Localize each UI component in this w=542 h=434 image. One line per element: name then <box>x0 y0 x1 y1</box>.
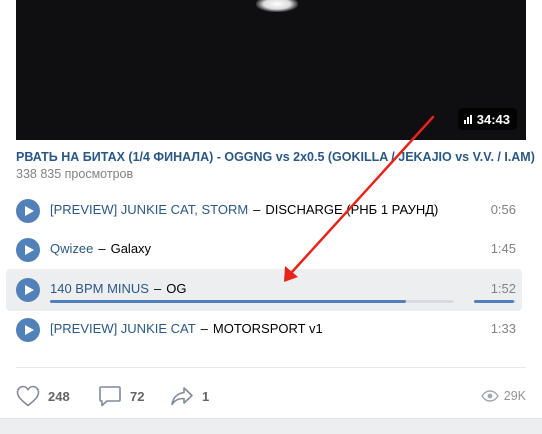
track-duration: 1:52 <box>490 281 516 296</box>
track-separator: – <box>153 281 162 296</box>
track-title: DISCHARGE (РНБ 1 РАУНД) <box>265 202 439 217</box>
track-title: MOTORSPORT v1 <box>212 321 323 336</box>
like-button[interactable]: 248 <box>16 384 70 408</box>
play-icon[interactable] <box>16 278 40 302</box>
next-post-edge <box>0 418 542 434</box>
track-separator: – <box>200 321 208 336</box>
post-actions: 248 72 1 29K <box>16 384 526 408</box>
volume-fill <box>474 300 514 303</box>
audio-row-active[interactable]: 140 BPM MINUS – OG 1:52 <box>6 269 522 311</box>
divider <box>16 367 526 368</box>
video-title[interactable]: РВАТЬ НА БИТАХ (1/4 ФИНАЛА) - OGGNG vs 2… <box>16 150 536 164</box>
track-artist[interactable]: 140 BPM MINUS <box>50 281 149 296</box>
audio-row[interactable]: [PREVIEW] JUNKIE CAT, STORM – DISCHARGE (Р… <box>6 191 522 229</box>
like-count: 248 <box>48 388 70 404</box>
video-frame-highlight <box>256 0 298 12</box>
play-icon[interactable] <box>16 199 40 223</box>
track-title: Galaxy <box>110 241 152 256</box>
track-progress-bar[interactable] <box>50 300 454 303</box>
audio-row[interactable]: [PREVIEW] JUNKIE CAT – MOTORSPORT v1 1:33 <box>6 310 522 348</box>
video-duration: 34:43 <box>476 111 510 127</box>
track-info: 140 BPM MINUS – OG <box>50 281 186 296</box>
track-info: [PREVIEW] JUNKIE CAT – MOTORSPORT v1 <box>50 321 323 336</box>
heart-icon <box>16 385 40 407</box>
track-artist[interactable]: [PREVIEW] JUNKIE CAT <box>50 321 196 336</box>
track-separator: – <box>253 202 261 217</box>
views-count: 29K <box>503 389 526 403</box>
track-duration: 1:45 <box>490 241 516 256</box>
share-button[interactable]: 1 <box>170 384 209 408</box>
track-info: [PREVIEW] JUNKIE CAT, STORM – DISCHARGE (Р… <box>50 202 438 217</box>
video-views: 338 835 просмотров <box>16 167 134 181</box>
track-progress-fill <box>50 300 406 303</box>
track-artist[interactable]: Qwizee <box>50 241 93 256</box>
track-title: OG <box>166 281 187 296</box>
track-artist[interactable]: [PREVIEW] JUNKIE CAT, STORM <box>50 202 248 217</box>
share-icon <box>171 387 193 406</box>
track-duration: 1:33 <box>490 321 516 336</box>
audio-row[interactable]: Qwizee – Galaxy 1:45 <box>6 230 522 268</box>
track-separator: – <box>98 241 106 256</box>
share-count: 1 <box>202 388 210 404</box>
bars-icon <box>463 114 472 124</box>
volume-slider[interactable] <box>474 300 516 303</box>
comment-count: 72 <box>130 388 145 404</box>
play-icon[interactable] <box>16 238 40 262</box>
track-duration: 0:56 <box>490 202 516 217</box>
comment-button[interactable]: 72 <box>98 384 144 408</box>
play-icon[interactable] <box>16 318 40 342</box>
views-counter: 29K <box>480 384 526 408</box>
video-thumbnail[interactable]: 34:43 <box>16 0 526 140</box>
track-info: Qwizee – Galaxy <box>50 241 151 256</box>
video-duration-badge: 34:43 <box>457 108 517 130</box>
eye-icon <box>480 390 499 402</box>
comment-icon <box>99 386 121 407</box>
